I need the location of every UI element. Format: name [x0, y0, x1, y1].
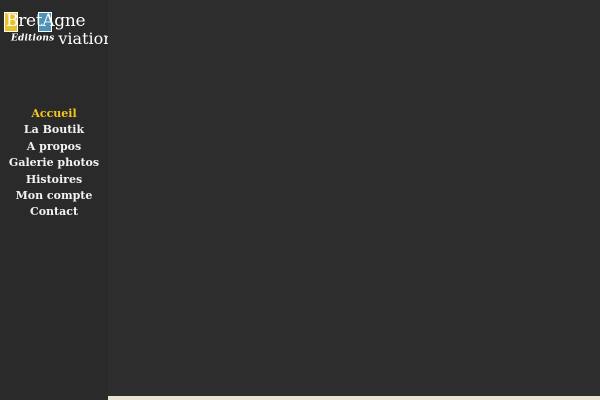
page: BretAgne Editions viation Accueil La Bout…: [0, 0, 600, 400]
main-nav: Accueil La Boutik A propos Galerie photo…: [0, 106, 108, 221]
nav-item-a-propos[interactable]: A propos: [0, 139, 108, 155]
main-content: [108, 0, 600, 400]
nav-item-galerie-photos[interactable]: Galerie photos: [0, 155, 108, 171]
footer-strip: [108, 396, 600, 400]
nav-item-histoires[interactable]: Histoires: [0, 172, 108, 188]
logo-editions: Editions: [11, 33, 55, 44]
logo-title: BretAgne: [6, 11, 86, 31]
nav-item-la-boutik[interactable]: La Boutik: [0, 122, 108, 138]
nav-item-mon-compte[interactable]: Mon compte: [0, 188, 108, 204]
nav-item-contact[interactable]: Contact: [0, 204, 108, 220]
logo-subtitle: Editions viation: [11, 30, 114, 47]
nav-item-accueil[interactable]: Accueil: [0, 106, 108, 122]
site-logo[interactable]: BretAgne Editions viation: [2, 10, 114, 46]
logo-aviation: viation: [58, 28, 114, 48]
sidebar: BretAgne Editions viation Accueil La Bout…: [0, 0, 114, 400]
